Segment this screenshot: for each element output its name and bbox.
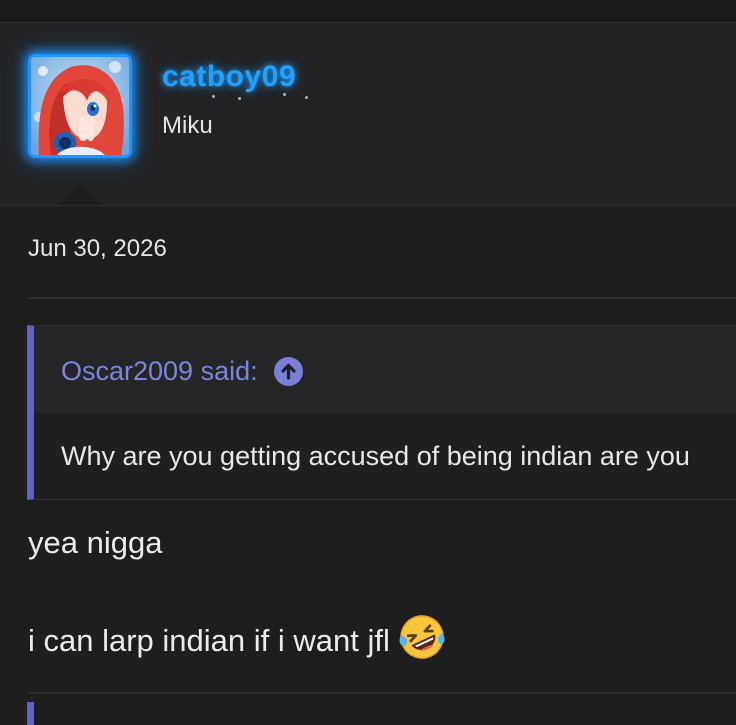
post-header-pointer <box>58 183 102 205</box>
username-sparkle <box>238 97 241 100</box>
quote-header: Oscar2009 said: <box>61 356 303 387</box>
rolling-on-floor-laughing-emoji-icon <box>398 613 446 661</box>
divider <box>28 692 736 694</box>
message-text: yea nigga <box>28 525 163 560</box>
divider <box>28 297 736 299</box>
post-user-header: catboy09 Miku <box>0 23 736 206</box>
quote-content: Why are you getting accused of being ind… <box>34 413 736 499</box>
quote-block: Oscar2009 said: Why are you getting accu… <box>27 325 736 500</box>
arrow-up-circle-icon[interactable] <box>273 357 303 386</box>
message-line: yea nigga <box>28 525 162 561</box>
username-link[interactable]: catboy09 <box>162 60 296 94</box>
message-line: i can larp indian if i want jfl <box>28 615 446 665</box>
message-text: i can larp indian if i want jfl <box>28 623 390 658</box>
next-quote-edge <box>27 702 34 725</box>
post-date[interactable]: Jun 30, 2026 <box>28 235 167 263</box>
user-title: Miku <box>162 112 213 139</box>
thread-post: catboy09 Miku Jun 30, 2026 Oscar2009 sai… <box>0 0 736 725</box>
quote-author[interactable]: Oscar2009 said: <box>61 356 258 387</box>
anime-avatar-icon <box>31 57 129 155</box>
user-avatar[interactable] <box>28 54 132 158</box>
quote-text: Why are you getting accused of being ind… <box>61 441 690 471</box>
username-sparkle <box>283 93 286 96</box>
username-sparkle <box>212 95 215 98</box>
username-sparkle <box>305 96 308 99</box>
previous-post-edge <box>0 0 736 23</box>
